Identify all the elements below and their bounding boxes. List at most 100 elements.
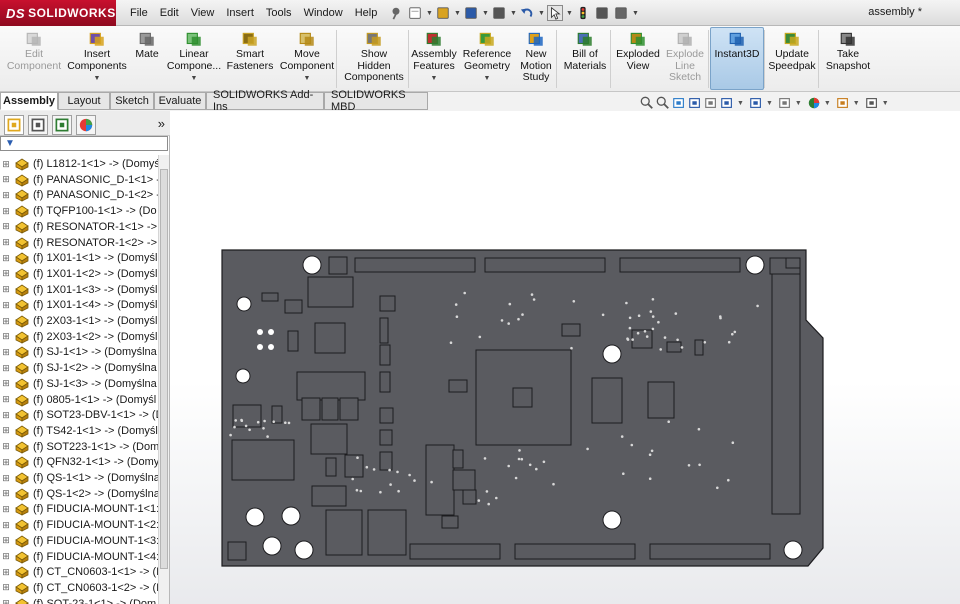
instant3d-button[interactable]: Instant3D bbox=[710, 27, 764, 90]
previous-view-icon[interactable] bbox=[672, 96, 686, 110]
expand-icon[interactable]: ⊞ bbox=[0, 504, 12, 515]
tree-item[interactable]: ⊞ (f) FIDUCIA-MOUNT-1<4: bbox=[0, 549, 158, 565]
expand-icon[interactable]: ⊞ bbox=[0, 221, 12, 232]
tree-item[interactable]: ⊞ (f) FIDUCIA-MOUNT-1<1: bbox=[0, 501, 158, 517]
expand-icon[interactable]: ⊞ bbox=[0, 268, 12, 279]
expand-icon[interactable]: ⊞ bbox=[0, 190, 12, 201]
filter-field[interactable]: ▼ bbox=[0, 136, 168, 151]
expand-icon[interactable]: ⊞ bbox=[0, 488, 12, 499]
tree-item[interactable]: ⊞ (f) QS-1<2> -> (Domyślna bbox=[0, 486, 158, 502]
menu-tools[interactable]: Tools bbox=[260, 7, 298, 19]
assembly-features-button[interactable]: Assembly Features ▼ bbox=[410, 28, 458, 90]
expand-icon[interactable]: ⊞ bbox=[0, 316, 12, 327]
show-hidden-button[interactable]: Show Hidden Components bbox=[340, 28, 408, 90]
collapse-panel-button[interactable]: » bbox=[158, 116, 165, 131]
tree-item[interactable]: ⊞ (f) 1X01-1<3> -> (Domyśl bbox=[0, 282, 158, 298]
chevron-down-icon[interactable]: ▼ bbox=[304, 73, 311, 85]
open-dropdown[interactable]: ▼ bbox=[454, 10, 461, 17]
tree-item[interactable]: ⊞ (f) 1X01-1<4> -> (Domyśl bbox=[0, 297, 158, 313]
chevron-down-icon[interactable]: ▼ bbox=[191, 73, 198, 85]
chevron-down-icon[interactable]: ▼ bbox=[882, 100, 889, 107]
view-orientation-icon[interactable] bbox=[720, 96, 734, 110]
options-icon[interactable] bbox=[613, 5, 629, 21]
linear-pattern-button[interactable]: Linear Compone... ▼ bbox=[166, 28, 222, 90]
chevron-down-icon[interactable]: ▼ bbox=[431, 73, 438, 85]
tab-assembly[interactable]: Assembly bbox=[0, 92, 58, 110]
tree-item[interactable]: ⊞ (f) QFN32-1<1> -> (Domy bbox=[0, 454, 158, 470]
expand-icon[interactable]: ⊞ bbox=[0, 347, 12, 358]
expand-icon[interactable]: ⊞ bbox=[0, 441, 12, 452]
select-icon[interactable] bbox=[547, 5, 563, 21]
print-icon[interactable] bbox=[491, 5, 507, 21]
expand-icon[interactable]: ⊞ bbox=[0, 159, 12, 170]
scrollbar-thumb[interactable] bbox=[160, 169, 168, 569]
expand-icon[interactable]: ⊞ bbox=[0, 378, 12, 389]
menu-help[interactable]: Help bbox=[349, 7, 384, 19]
pcb-model-view[interactable] bbox=[170, 111, 960, 604]
select-dropdown[interactable]: ▼ bbox=[566, 10, 573, 17]
expand-icon[interactable]: ⊞ bbox=[0, 331, 12, 342]
open-icon[interactable] bbox=[435, 5, 451, 21]
tree-item[interactable]: ⊞ (f) L1812-1<1> -> (Domyś bbox=[0, 156, 158, 172]
tree-item[interactable]: ⊞ (f) TQFP100-1<1> -> (Do bbox=[0, 203, 158, 219]
menu-insert[interactable]: Insert bbox=[220, 7, 260, 19]
take-snapshot-button[interactable]: Take Snapshot bbox=[820, 28, 876, 90]
tree-item[interactable]: ⊞ (f) 2X03-1<2> -> (Domyśl bbox=[0, 329, 158, 345]
hide-show-items-icon[interactable] bbox=[778, 96, 792, 110]
expand-icon[interactable]: ⊞ bbox=[0, 237, 12, 248]
expand-icon[interactable]: ⊞ bbox=[0, 394, 12, 405]
app-logo[interactable]: DS SOLIDWORKS bbox=[0, 0, 116, 26]
tree-item[interactable]: ⊞ (f) TS42-1<1> -> (Domyśl bbox=[0, 423, 158, 439]
apply-scene-icon[interactable] bbox=[836, 96, 850, 110]
tree-item[interactable]: ⊞ (f) SJ-1<3> -> (Domyślna bbox=[0, 376, 158, 392]
view-settings-icon[interactable] bbox=[865, 96, 879, 110]
new-document-dropdown[interactable]: ▼ bbox=[426, 10, 433, 17]
edit-appearance-icon[interactable] bbox=[807, 96, 821, 110]
expand-icon[interactable]: ⊞ bbox=[0, 535, 12, 546]
tree-scrollbar[interactable] bbox=[158, 155, 169, 604]
mate-button[interactable]: Mate bbox=[132, 28, 162, 90]
configurationmanager-icon[interactable] bbox=[52, 115, 72, 135]
new-document-icon[interactable] bbox=[407, 5, 423, 21]
chevron-down-icon[interactable]: ▼ bbox=[94, 73, 101, 85]
expand-icon[interactable]: ⊞ bbox=[0, 284, 12, 295]
save-icon[interactable] bbox=[463, 5, 479, 21]
expand-icon[interactable]: ⊞ bbox=[0, 457, 12, 468]
tree-item[interactable]: ⊞ (f) PANASONIC_D-1<1> - bbox=[0, 172, 158, 188]
menu-edit[interactable]: Edit bbox=[154, 7, 185, 19]
tree-item[interactable]: ⊞ (f) 1X01-1<1> -> (Domyśl bbox=[0, 250, 158, 266]
expand-icon[interactable]: ⊞ bbox=[0, 253, 12, 264]
featuremanager-icon[interactable] bbox=[4, 115, 24, 135]
file-properties-icon[interactable] bbox=[594, 5, 610, 21]
tab-solidworks-mbd[interactable]: SOLIDWORKS MBD bbox=[324, 89, 428, 113]
tree-item[interactable]: ⊞ (f) PANASONIC_D-1<2> - bbox=[0, 187, 158, 203]
graphics-area[interactable] bbox=[170, 111, 960, 604]
menu-file[interactable]: File bbox=[124, 7, 154, 19]
bill-of-materials-button[interactable]: Bill of Materials bbox=[560, 28, 610, 90]
tree-item[interactable]: ⊞ (f) CT_CN0603-1<1> -> (I bbox=[0, 564, 158, 580]
expand-icon[interactable]: ⊞ bbox=[0, 567, 12, 578]
display-style-icon[interactable] bbox=[749, 96, 763, 110]
options-dropdown[interactable]: ▼ bbox=[632, 10, 639, 17]
expand-icon[interactable]: ⊞ bbox=[0, 206, 12, 217]
section-view-icon[interactable] bbox=[688, 96, 702, 110]
tree-item[interactable]: ⊞ (f) 1X01-1<2> -> (Domyśl bbox=[0, 266, 158, 282]
expand-icon[interactable]: ⊞ bbox=[0, 582, 12, 593]
expand-icon[interactable]: ⊞ bbox=[0, 598, 12, 604]
expand-icon[interactable]: ⊞ bbox=[0, 363, 12, 374]
expand-icon[interactable]: ⊞ bbox=[0, 520, 12, 531]
tree-item[interactable]: ⊞ (f) QS-1<1> -> (Domyślna bbox=[0, 470, 158, 486]
chevron-down-icon[interactable]: ▼ bbox=[824, 100, 831, 107]
expand-icon[interactable]: ⊞ bbox=[0, 551, 12, 562]
tree-item[interactable]: ⊞ (f) SOT23-DBV-1<1> -> (D bbox=[0, 407, 158, 423]
expand-icon[interactable]: ⊞ bbox=[0, 410, 12, 421]
explode-line-sketch-button[interactable]: Explode Line Sketch bbox=[664, 28, 706, 90]
exploded-view-button[interactable]: Exploded View bbox=[614, 28, 662, 90]
undo-icon[interactable] bbox=[519, 5, 535, 21]
menu-window[interactable]: Window bbox=[298, 7, 349, 19]
tree-item[interactable]: ⊞ (f) 2X03-1<1> -> (Domyśl bbox=[0, 313, 158, 329]
tree-item[interactable]: ⊞ (f) RESONATOR-1<2> -> bbox=[0, 235, 158, 251]
tab-sketch[interactable]: Sketch bbox=[110, 92, 154, 110]
edit-component-button[interactable]: Edit Component bbox=[4, 28, 64, 90]
chevron-down-icon[interactable]: ▼ bbox=[484, 73, 491, 85]
